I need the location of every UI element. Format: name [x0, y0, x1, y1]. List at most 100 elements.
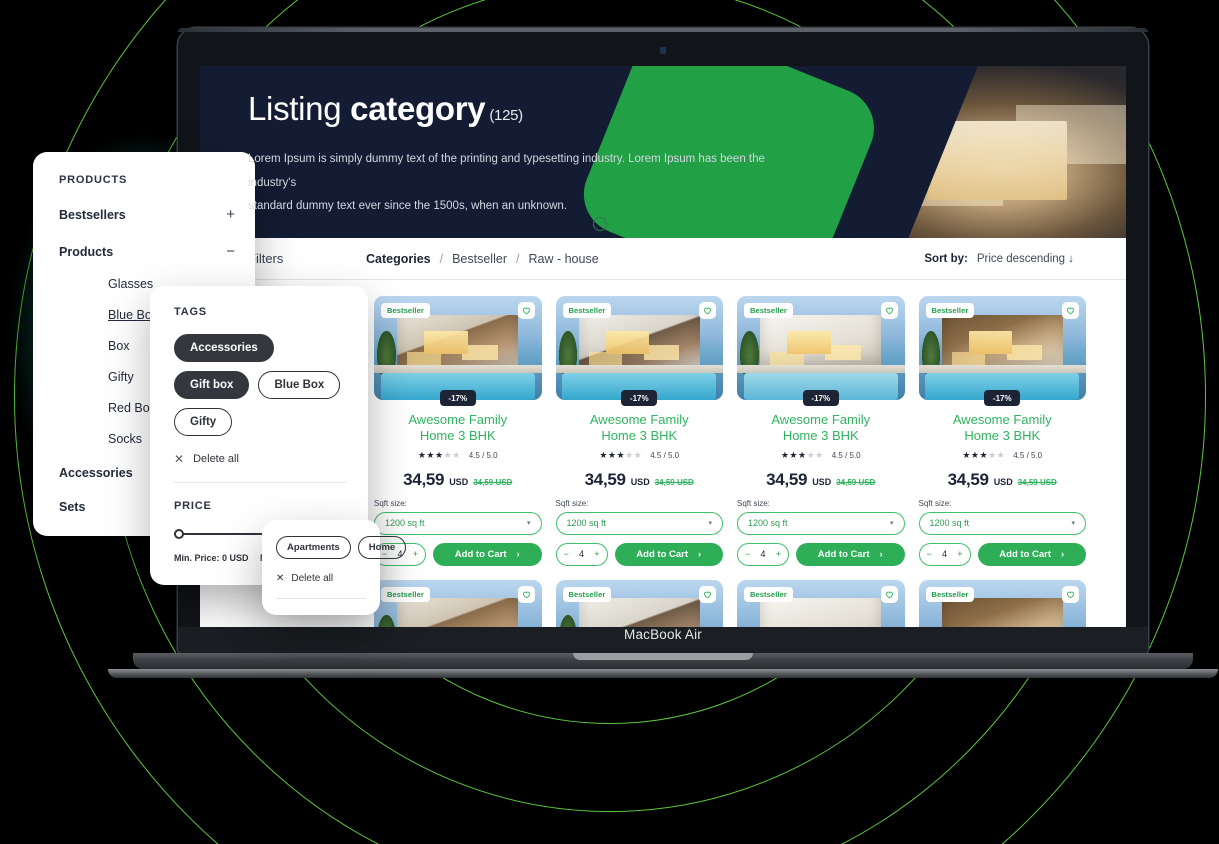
product-card[interactable]: Bestseller -17% Awesome Family Home 3 BH… — [374, 296, 542, 566]
size-select[interactable]: 1200 sq ft ▾ — [374, 511, 542, 535]
decor-house — [397, 598, 519, 629]
increment-button[interactable]: + — [957, 549, 962, 559]
product-grid: Bestseller -17% Awesome Family Home 3 BH… — [366, 280, 1126, 566]
quantity-value: 4 — [760, 549, 766, 559]
decor-window-glow — [424, 331, 468, 355]
product-image[interactable]: Bestseller — [374, 579, 542, 629]
tag-chip-list: Accessories Gift box Blue Box Gifty — [174, 334, 346, 436]
decor-window-glow — [787, 331, 831, 355]
favorite-heart-icon[interactable] — [517, 302, 535, 319]
product-image[interactable]: Bestseller — [737, 296, 905, 400]
increment-button[interactable]: + — [594, 549, 599, 559]
product-card[interactable]: Bestseller -17% Awesome Family Home 3 BH… — [555, 296, 724, 566]
product-card[interactable]: Bestseller — [555, 579, 723, 629]
decor-ground — [555, 364, 723, 373]
chevron-down-icon: ▾ — [889, 520, 894, 527]
add-to-cart-button[interactable]: Add to Cart › — [614, 542, 723, 566]
add-to-cart-label: Add to Cart — [817, 548, 870, 560]
product-image[interactable]: Bestseller — [918, 296, 1086, 400]
sort-control[interactable]: Sort by: Price descending ↓ — [924, 253, 1126, 265]
price-currency: USD — [630, 476, 650, 487]
delete-all-categories[interactable]: ✕ Delete all — [276, 573, 366, 584]
breadcrumb-root[interactable]: Categories — [366, 252, 431, 266]
category-chip-list: Apartments Home — [276, 536, 407, 559]
quantity-stepper[interactable]: − 4 + — [555, 542, 608, 566]
favorite-heart-icon[interactable] — [517, 585, 535, 603]
breadcrumb-separator: / — [515, 251, 520, 266]
product-title[interactable]: Awesome Family Home 3 BHK — [556, 412, 724, 445]
product-image[interactable]: Bestseller — [737, 579, 905, 629]
favorite-heart-icon[interactable] — [699, 585, 716, 603]
decor-house — [760, 598, 882, 629]
tag-chip-gift-box[interactable]: Gift box — [174, 371, 250, 399]
slider-handle-min[interactable] — [174, 529, 184, 539]
decrement-button[interactable]: − — [927, 549, 932, 559]
favorite-heart-icon[interactable] — [1062, 585, 1079, 603]
filter-toolbar: Filters Categories / Bestseller / Raw - … — [200, 238, 1126, 280]
discount-badge: -17% — [984, 390, 1021, 406]
delete-all-tags[interactable]: ✕ Delete all — [174, 452, 346, 466]
product-image[interactable]: Bestseller — [555, 296, 723, 400]
breadcrumb-item-bestseller[interactable]: Bestseller — [452, 252, 507, 266]
product-title[interactable]: Awesome Family Home 3 BHK — [919, 412, 1087, 445]
decrement-button[interactable]: − — [745, 549, 750, 559]
filter-group-products[interactable]: Products − — [59, 243, 235, 260]
stars-empty: ★★ — [988, 449, 1006, 460]
stars-filled: ★★★ — [599, 449, 626, 460]
chevron-right-icon: › — [698, 548, 702, 560]
tag-chip-accessories[interactable]: Accessories — [174, 334, 274, 362]
card-actions: − 4 + Add to Cart › — [555, 542, 723, 566]
quantity-stepper[interactable]: − 4 + — [918, 542, 971, 566]
size-select[interactable]: 1200 sq ft ▾ — [555, 511, 723, 535]
carousel-dot-icon[interactable] — [593, 217, 607, 231]
rating-value: 4.5 / 5.0 — [1013, 450, 1043, 460]
product-title[interactable]: Awesome Family Home 3 BHK — [737, 412, 905, 445]
product-card[interactable]: Bestseller — [737, 579, 905, 629]
favorite-heart-icon[interactable] — [880, 302, 898, 319]
quantity-stepper[interactable]: − 4 + — [737, 542, 789, 566]
decrement-button[interactable]: − — [564, 549, 569, 559]
rating-row: ★★★★★ 4.5 / 5.0 — [374, 450, 542, 461]
minus-icon[interactable]: − — [226, 243, 235, 260]
breadcrumb-item-raw-house[interactable]: Raw - house — [528, 252, 598, 266]
stars-filled: ★★★ — [962, 449, 989, 460]
increment-button[interactable]: + — [413, 549, 418, 559]
product-card[interactable]: Bestseller — [374, 579, 542, 629]
add-to-cart-button[interactable]: Add to Cart › — [977, 542, 1086, 566]
favorite-heart-icon[interactable] — [1062, 302, 1079, 319]
product-title-line2: Home 3 BHK — [419, 428, 496, 444]
add-to-cart-button[interactable]: Add to Cart › — [433, 542, 542, 566]
favorite-heart-icon[interactable] — [699, 302, 716, 319]
product-image[interactable]: Bestseller — [374, 296, 542, 400]
size-select[interactable]: 1200 sq ft ▾ — [918, 511, 1086, 535]
chip-home[interactable]: Home — [357, 536, 407, 559]
laptop-foot — [108, 669, 1218, 678]
tag-chip-gifty[interactable]: Gifty — [174, 408, 233, 436]
chip-apartments[interactable]: Apartments — [276, 536, 351, 559]
old-price: 34,59 USD — [1017, 477, 1057, 487]
close-icon: ✕ — [174, 452, 185, 466]
increment-button[interactable]: + — [776, 549, 781, 559]
product-title-line1: Awesome Family — [771, 412, 871, 427]
chevron-down-icon: ▾ — [526, 520, 531, 527]
product-card[interactable]: Bestseller -17% Awesome Family Home 3 BH… — [918, 296, 1087, 566]
size-select[interactable]: 1200 sq ft ▾ — [737, 511, 905, 535]
close-icon: ✕ — [276, 573, 285, 584]
chevron-down-icon: ▾ — [708, 520, 712, 527]
sort-value[interactable]: Price descending ↓ — [977, 253, 1074, 265]
size-label: Sqft size: — [555, 498, 589, 508]
bestseller-badge: Bestseller — [744, 303, 793, 318]
decor-ground — [374, 364, 542, 373]
product-image[interactable]: Bestseller — [918, 579, 1086, 629]
favorite-heart-icon[interactable] — [880, 585, 898, 603]
star-rating-icon: ★★★★★ — [962, 450, 1005, 461]
add-to-cart-button[interactable]: Add to Cart › — [796, 542, 905, 566]
decor-house — [941, 598, 1063, 629]
product-title[interactable]: Awesome Family Home 3 BHK — [374, 412, 542, 445]
product-card[interactable]: Bestseller -17% Awesome Family Home 3 BH… — [737, 296, 905, 566]
product-card[interactable]: Bestseller — [918, 579, 1086, 629]
bestseller-badge: Bestseller — [381, 586, 430, 602]
tag-chip-blue-box[interactable]: Blue Box — [258, 371, 341, 399]
product-image[interactable]: Bestseller — [555, 579, 723, 629]
screenshot-stage: Listing category (125) Lorem Ipsum is sim… — [0, 0, 1219, 844]
